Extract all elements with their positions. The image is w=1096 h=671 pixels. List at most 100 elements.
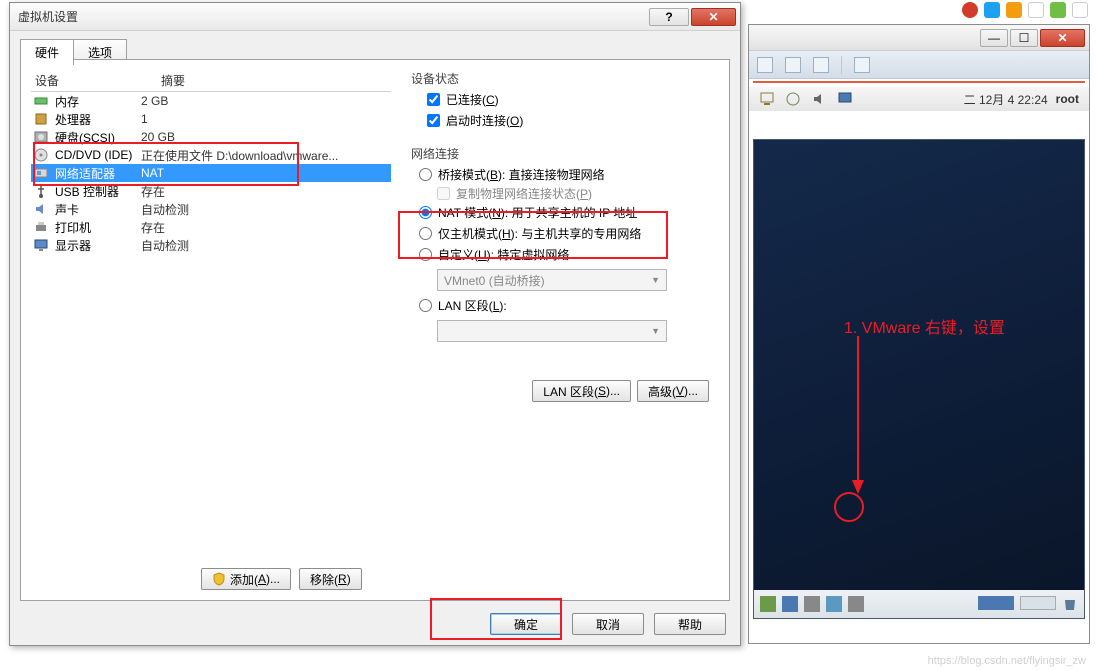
toolbar-icon[interactable]	[813, 57, 829, 73]
connect-at-poweron-checkbox[interactable]	[427, 114, 440, 127]
memory-icon	[33, 93, 49, 109]
hw-row-printer[interactable]: 打印机存在	[31, 218, 391, 236]
toolbar-icon[interactable]	[757, 57, 773, 73]
lan-segment-radio[interactable]	[419, 299, 432, 312]
hostonly-radio[interactable]	[419, 227, 432, 240]
hardware-list: 设备 摘要 内存2 GB处理器1硬盘(SCSI)20 GBCD/DVD (IDE…	[31, 70, 391, 254]
vm-desktop[interactable]	[753, 139, 1085, 619]
sound-icon	[33, 201, 49, 217]
dialog-title: 虚拟机设置	[14, 8, 647, 25]
feed-icon	[1006, 2, 1022, 18]
device-settings: 设备状态 已连接(C) 启动时连接(O) 网络连接 桥接模式(B): 直接连接物…	[411, 70, 719, 346]
nat-radio[interactable]	[419, 206, 432, 219]
network-connection-title: 网络连接	[411, 145, 719, 162]
annotation-text: 1. VMware 右键，设置	[844, 314, 1005, 338]
chevron-down-icon: ▼	[651, 275, 660, 285]
close-button[interactable]: ✕	[1040, 29, 1085, 47]
close-button[interactable]: ✕	[691, 8, 736, 26]
hw-row-sound[interactable]: 声卡自动检测	[31, 200, 391, 218]
maximize-button[interactable]: ☐	[1010, 29, 1038, 47]
workspace-1[interactable]	[978, 596, 1014, 610]
vm-settings-dialog: 虚拟机设置 ? ✕ 硬件 选项 设备 摘要 内存2 GB处理器1硬盘(SCSI)…	[9, 2, 741, 646]
hw-row-disk[interactable]: 硬盘(SCSI)20 GB	[31, 128, 391, 146]
help-button[interactable]: ?	[649, 8, 689, 26]
remove-button[interactable]: 移除(R)	[299, 568, 362, 590]
vm-top-panel: 二 12月 4 22:24 root	[749, 87, 1089, 111]
hw-row-nic[interactable]: 网络适配器NAT	[31, 164, 391, 182]
connected-checkbox-row: 已连接(C)	[411, 89, 719, 110]
hardware-header: 设备 摘要	[31, 70, 391, 92]
settings-panel: 设备 摘要 内存2 GB处理器1硬盘(SCSI)20 GBCD/DVD (IDE…	[20, 59, 730, 601]
display-icon	[33, 237, 49, 253]
network-icon[interactable]	[782, 596, 798, 612]
tab-indicator	[753, 81, 1085, 83]
shield-icon	[212, 572, 226, 586]
lan-segment-combo: ▼	[437, 320, 667, 342]
add-button[interactable]: 添加(A)...	[201, 568, 291, 590]
bridged-radio-row: 桥接模式(B): 直接连接物理网络	[411, 164, 719, 185]
toolbar-icon[interactable]	[854, 57, 870, 73]
hw-row-usb[interactable]: USB 控制器存在	[31, 182, 391, 200]
chevron-down-icon: ▼	[651, 326, 660, 336]
nic-icon	[33, 165, 49, 181]
vmware-toolbar	[749, 51, 1089, 79]
connected-checkbox[interactable]	[427, 93, 440, 106]
advanced-button[interactable]: 高级(V)...	[637, 380, 709, 402]
net-buttons: LAN 区段(S)... 高级(V)...	[532, 380, 709, 402]
vmnet-combo: VMnet0 (自动桥接)▼	[437, 269, 667, 291]
opera-icon	[962, 2, 978, 18]
replicate-checkbox	[437, 187, 450, 200]
disk-icon	[785, 91, 801, 107]
toolbar-icon[interactable]	[785, 57, 801, 73]
custom-radio-row: 自定义(U): 特定虚拟网络	[411, 244, 719, 265]
computer-icon	[759, 91, 775, 107]
vm-clock: 二 12月 4 22:24	[964, 91, 1048, 108]
dialog-buttons: 确定 取消 帮助	[490, 613, 726, 635]
lan-segment-radio-row: LAN 区段(L):	[411, 295, 719, 316]
printer-icon	[33, 219, 49, 235]
cd-icon	[33, 147, 49, 163]
ext-icon	[1028, 2, 1044, 18]
usb-icon	[33, 183, 49, 199]
bridged-radio[interactable]	[419, 168, 432, 181]
workspace-2[interactable]	[1020, 596, 1056, 610]
app-icon[interactable]	[760, 596, 776, 612]
col-device: 设备	[31, 72, 161, 89]
vm-user: root	[1056, 92, 1079, 106]
vm-taskbar	[754, 590, 1084, 618]
cancel-button[interactable]: 取消	[572, 613, 644, 635]
hw-row-display[interactable]: 显示器自动检测	[31, 236, 391, 254]
cpu-icon	[33, 111, 49, 127]
vmware-titlebar: — ☐ ✕	[749, 25, 1089, 51]
rss-icon	[984, 2, 1000, 18]
speaker-icon	[811, 91, 827, 107]
help-button[interactable]: 帮助	[654, 613, 726, 635]
dialog-titlebar: 虚拟机设置 ? ✕	[10, 3, 740, 31]
connect-at-poweron-row: 启动时连接(O)	[411, 110, 719, 131]
tab-hardware[interactable]: 硬件	[20, 39, 74, 65]
ext-icon-3	[1072, 2, 1088, 18]
nat-radio-row: NAT 模式(N): 用于共享主机的 IP 地址	[411, 202, 719, 223]
add-remove-buttons: 添加(A)... 移除(R)	[201, 568, 362, 590]
custom-radio[interactable]	[419, 248, 432, 261]
app-icon[interactable]	[848, 596, 864, 612]
trash-icon[interactable]	[1062, 596, 1078, 612]
disk-icon	[33, 129, 49, 145]
ok-button[interactable]: 确定	[490, 613, 562, 635]
ext-icon-2	[1050, 2, 1066, 18]
lan-segments-button[interactable]: LAN 区段(S)...	[532, 380, 631, 402]
col-summary: 摘要	[161, 72, 391, 89]
app-icon[interactable]	[826, 596, 842, 612]
annotation-arrow	[848, 336, 868, 496]
device-state-title: 设备状态	[411, 70, 719, 87]
hw-row-cd[interactable]: CD/DVD (IDE)正在使用文件 D:\download\vmware...	[31, 146, 391, 164]
hw-row-memory[interactable]: 内存2 GB	[31, 92, 391, 110]
app-icon[interactable]	[804, 596, 820, 612]
watermark: https://blog.csdn.net/flyingsir_zw	[928, 655, 1086, 667]
minimize-button[interactable]: —	[980, 29, 1008, 47]
hw-row-cpu[interactable]: 处理器1	[31, 110, 391, 128]
monitor-icon	[837, 91, 853, 107]
browser-toolbar-icons	[962, 2, 1088, 18]
replicate-state-row: 复制物理网络连接状态(P)	[411, 185, 719, 202]
hostonly-radio-row: 仅主机模式(H): 与主机共享的专用网络	[411, 223, 719, 244]
